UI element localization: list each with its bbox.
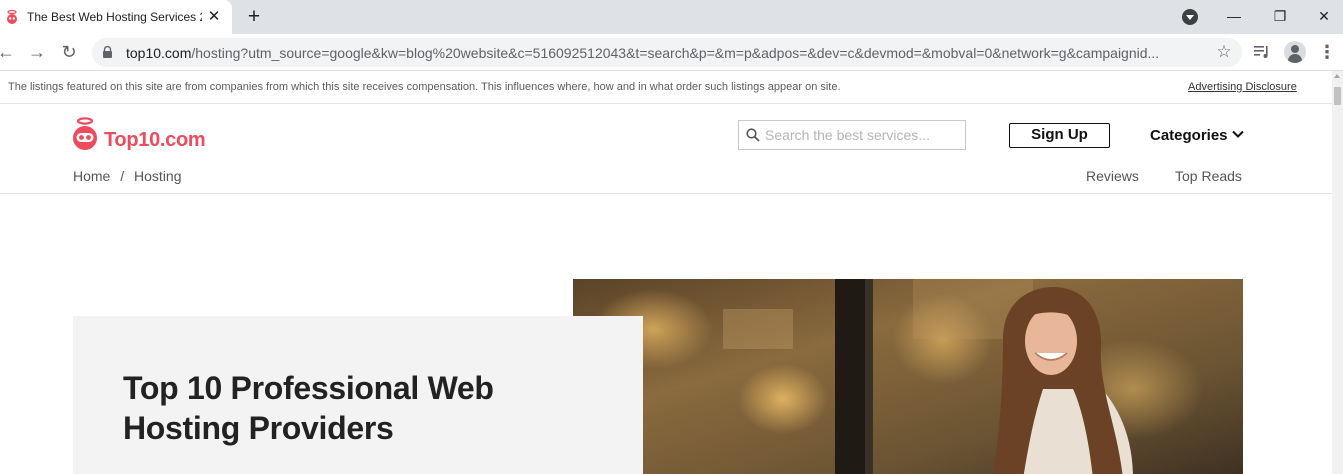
favicon-icon <box>7 9 17 24</box>
disclosure-text: The listings featured on this site are f… <box>8 81 841 93</box>
media-icon[interactable] <box>1253 43 1271 61</box>
forward-icon[interactable]: → <box>27 42 47 62</box>
disclosure-bar: The listings featured on this site are f… <box>0 71 1332 104</box>
breadcrumb: Home / Hosting <box>73 168 188 184</box>
reload-icon[interactable]: ↻ <box>59 42 79 62</box>
minimize-button[interactable]: — <box>1222 6 1246 26</box>
hero-card: Top 10 Professional Web Hosting Provider… <box>73 316 643 474</box>
url-text[interactable]: top10.com/hosting?utm_source=google&kw=b… <box>126 45 1206 61</box>
page-viewport: The listings featured on this site are f… <box>0 71 1332 474</box>
nav-link-top-reads[interactable]: Top Reads <box>1175 168 1242 184</box>
browser-toolbar: ← → ↻ top10.com/hosting?utm_source=googl… <box>0 34 1343 71</box>
browser-tabstrip: The Best Web Hosting Services 20 ✕ + — ❐… <box>0 0 1343 34</box>
url-path: /hosting?utm_source=google&kw=blog%20web… <box>191 45 1160 61</box>
menu-icon[interactable]: ⋮ <box>1318 42 1336 62</box>
star-icon[interactable]: ☆ <box>1214 41 1234 61</box>
categories-menu[interactable]: Categories <box>1150 127 1228 144</box>
url-host: top10.com <box>126 45 192 61</box>
logo-icon <box>73 117 97 150</box>
search-input[interactable] <box>765 126 960 144</box>
tab-title: The Best Web Hosting Services 20 <box>27 10 202 24</box>
page-title: Top 10 Professional Web Hosting Provider… <box>123 370 494 446</box>
scroll-thumb[interactable] <box>1334 87 1341 105</box>
lock-icon[interactable] <box>102 46 113 58</box>
close-icon[interactable]: ✕ <box>206 9 222 25</box>
search-icon <box>746 128 760 142</box>
address-bar[interactable]: top10.com/hosting?utm_source=google&kw=b… <box>92 38 1242 67</box>
back-icon[interactable]: ← <box>0 42 16 62</box>
nav-link-reviews[interactable]: Reviews <box>1086 168 1139 184</box>
advertising-disclosure-link[interactable]: Advertising Disclosure <box>1188 81 1297 93</box>
breadcrumb-separator: / <box>120 168 125 184</box>
maximize-button[interactable]: ❐ <box>1268 6 1292 26</box>
hero-image <box>573 279 1243 474</box>
window-close-button[interactable]: ✕ <box>1312 6 1336 26</box>
logo-text: Top10.com <box>104 129 206 151</box>
site-header: Top10.com Sign Up Categories Home / Host… <box>0 104 1332 194</box>
breadcrumb-home[interactable]: Home <box>73 168 110 184</box>
scrollbar[interactable] <box>1332 71 1343 474</box>
chevron-down-icon[interactable] <box>1231 127 1245 141</box>
profile-icon[interactable] <box>1284 41 1306 63</box>
sign-up-button[interactable]: Sign Up <box>1009 123 1110 148</box>
site-logo[interactable]: Top10.com <box>72 116 212 152</box>
plus-icon[interactable]: + <box>244 6 264 27</box>
search-box[interactable] <box>738 120 966 150</box>
scroll-up-arrow[interactable] <box>1334 74 1340 78</box>
tab-search-icon[interactable] <box>1182 9 1198 25</box>
browser-tab[interactable]: The Best Web Hosting Services 20 ✕ <box>0 0 232 34</box>
breadcrumb-hosting[interactable]: Hosting <box>134 168 181 184</box>
